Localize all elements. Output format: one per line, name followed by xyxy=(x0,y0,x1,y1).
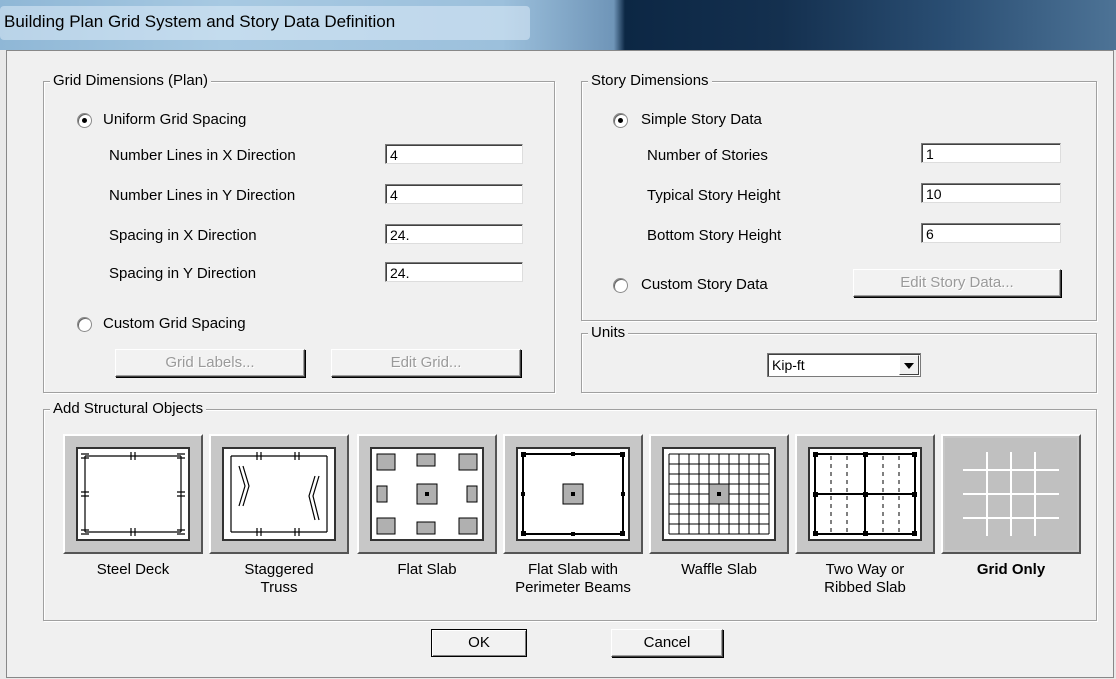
typical-height-input[interactable]: 10 xyxy=(921,183,1061,203)
staggered-truss-tile[interactable] xyxy=(209,434,349,554)
structural-objects-legend: Add Structural Objects xyxy=(50,400,207,417)
cancel-button[interactable]: Cancel xyxy=(611,629,723,657)
spacing-y-label: Spacing in Y Direction xyxy=(109,265,257,282)
custom-grid-label: Custom Grid Spacing xyxy=(103,315,246,332)
num-stories-label: Number of Stories xyxy=(647,147,768,164)
grid-only-label: Grid Only xyxy=(976,561,1046,578)
window-title: Building Plan Grid System and Story Data… xyxy=(4,12,396,31)
uniform-grid-label: Uniform Grid Spacing xyxy=(103,111,247,128)
flat-slab-perimeter-tile[interactable] xyxy=(503,434,643,554)
lines-x-input[interactable]: 4 xyxy=(385,144,523,164)
story-dimensions-legend: Story Dimensions xyxy=(588,72,712,89)
flat-slab-label: Flat Slab xyxy=(397,561,457,578)
grid-labels-button[interactable]: Grid Labels... xyxy=(115,349,305,377)
spacing-x-input[interactable]: 24. xyxy=(385,224,523,244)
flat-slab-tile[interactable] xyxy=(357,434,497,554)
two-way-ribbed-slab-icon xyxy=(808,447,922,541)
grid-only-tile[interactable] xyxy=(941,434,1081,554)
steel-deck-label: Steel Deck xyxy=(96,561,170,578)
edit-grid-button[interactable]: Edit Grid... xyxy=(331,349,521,377)
uniform-grid-radio[interactable] xyxy=(77,113,92,128)
lines-y-label: Number Lines in Y Direction xyxy=(109,187,296,204)
waffle-slab-label: Waffle Slab xyxy=(681,561,757,578)
two-way-slab-label: Two Way or Ribbed Slab xyxy=(824,561,906,596)
steel-deck-tile[interactable] xyxy=(63,434,203,554)
flat-slab-icon xyxy=(370,447,484,541)
waffle-slab-icon xyxy=(662,447,776,541)
chevron-down-icon[interactable] xyxy=(899,355,919,375)
flat-slab-perimeter-label: Flat Slab with Perimeter Beams xyxy=(515,561,631,596)
simple-story-radio[interactable] xyxy=(613,113,628,128)
units-selected-value: Kip-ft xyxy=(772,357,805,373)
simple-story-label: Simple Story Data xyxy=(641,111,762,128)
grid-dimensions-legend: Grid Dimensions (Plan) xyxy=(50,72,212,89)
custom-grid-radio[interactable] xyxy=(77,317,92,332)
two-way-slab-tile[interactable] xyxy=(795,434,935,554)
spacing-y-input[interactable]: 24. xyxy=(385,262,523,282)
units-legend: Units xyxy=(588,324,629,341)
spacing-x-label: Spacing in X Direction xyxy=(109,227,257,244)
grid-only-icon xyxy=(945,438,1077,550)
waffle-slab-tile[interactable] xyxy=(649,434,789,554)
bottom-height-input[interactable]: 6 xyxy=(921,223,1061,243)
flat-slab-perimeter-beams-icon xyxy=(516,447,630,541)
custom-story-radio[interactable] xyxy=(613,278,628,293)
staggered-truss-label: Staggered Truss xyxy=(244,561,314,596)
edit-story-button[interactable]: Edit Story Data... xyxy=(853,269,1061,297)
bottom-height-label: Bottom Story Height xyxy=(647,227,782,244)
dialog-body: Grid Dimensions (Plan) Uniform Grid Spac… xyxy=(6,50,1114,678)
num-stories-input[interactable]: 1 xyxy=(921,143,1061,163)
units-select[interactable]: Kip-ft xyxy=(767,353,921,377)
ok-button[interactable]: OK xyxy=(431,629,527,657)
steel-deck-icon xyxy=(76,447,190,541)
typical-height-label: Typical Story Height xyxy=(647,187,781,204)
staggered-truss-icon xyxy=(222,447,336,541)
lines-y-input[interactable]: 4 xyxy=(385,184,523,204)
lines-x-label: Number Lines in X Direction xyxy=(109,147,296,164)
custom-story-label: Custom Story Data xyxy=(641,276,768,293)
title-bar[interactable]: Building Plan Grid System and Story Data… xyxy=(0,0,1116,50)
